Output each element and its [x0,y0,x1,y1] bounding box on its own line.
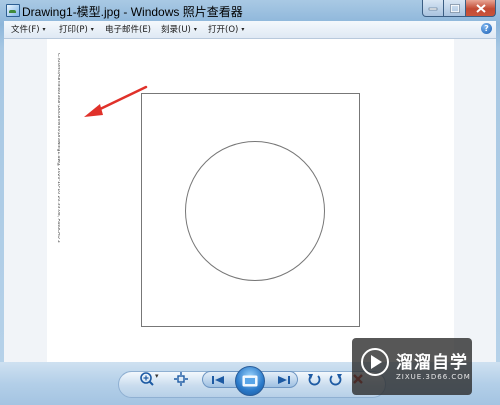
photo-viewer-app-icon[interactable] [6,4,20,17]
slideshow-icon [242,375,258,387]
close-icon [475,3,486,13]
minimize-button[interactable] [422,0,444,17]
next-button[interactable] [274,372,294,388]
rotate-counterclockwise-icon [308,374,321,386]
next-icon [278,376,290,384]
watermark-title: 溜溜自学 [396,353,468,373]
previous-button[interactable] [208,372,228,388]
menu-email[interactable]: 电子邮件(E) [105,23,151,35]
chevron-down-icon: ▾ [241,25,245,33]
fit-window-button[interactable] [170,369,192,389]
menu-file[interactable]: 文件(F) ▾ [11,23,46,35]
fit-window-icon [174,372,188,386]
watermark-url: ZIXUE.3D66.COM [396,373,471,381]
menu-file-label: 文件(F) [11,25,40,35]
rotate-counterclockwise-button[interactable] [306,370,322,388]
menu-burn[interactable]: 刻录(U) ▾ [161,23,197,35]
menu-open-label: 打开(O) [208,25,239,35]
menu-bar: 文件(F) ▾ 打印(P) ▾ 电子邮件(E) 刻录(U) ▾ 打开(O) ▾ … [4,21,496,39]
menu-email-label: 电子邮件(E) [105,25,152,35]
title-bar[interactable]: Drawing1-模型.jpg - Windows 照片查看器 [0,0,500,22]
maximize-icon [449,3,460,13]
rotate-clockwise-icon [329,374,342,386]
menu-print-label: 打印(P) [59,25,88,35]
chevron-down-icon: ▾ [193,25,197,33]
chevron-down-icon: ▾ [90,25,94,33]
menu-burn-label: 刻录(U) [161,25,191,35]
photo-viewer-window: Drawing1-模型.jpg - Windows 照片查看器 文件(F) ▾ … [0,0,500,405]
annotation-arrow [84,85,148,117]
previous-icon [212,376,224,384]
rotate-clockwise-button[interactable] [328,370,344,388]
play-logo-icon [361,348,389,376]
slideshow-button[interactable] [235,366,265,396]
minimize-icon [428,7,438,11]
chevron-down-icon: ▾ [42,25,46,33]
menu-print[interactable]: 打印(P) ▾ [59,23,94,35]
watermark-badge: 溜溜自学 ZIXUE.3D66.COM [352,338,472,395]
close-button[interactable] [466,0,496,17]
window-title: Drawing1-模型.jpg - Windows 照片查看器 [22,5,243,19]
help-icon[interactable]: ? [481,23,492,34]
zoom-icon [140,372,154,386]
image-viewport[interactable]: C:\Users\Administrator\Documents\Drawing… [4,39,496,362]
chevron-down-icon[interactable]: ▾ [155,372,159,380]
maximize-button[interactable] [444,0,466,17]
menu-open[interactable]: 打开(O) ▾ [208,23,244,35]
